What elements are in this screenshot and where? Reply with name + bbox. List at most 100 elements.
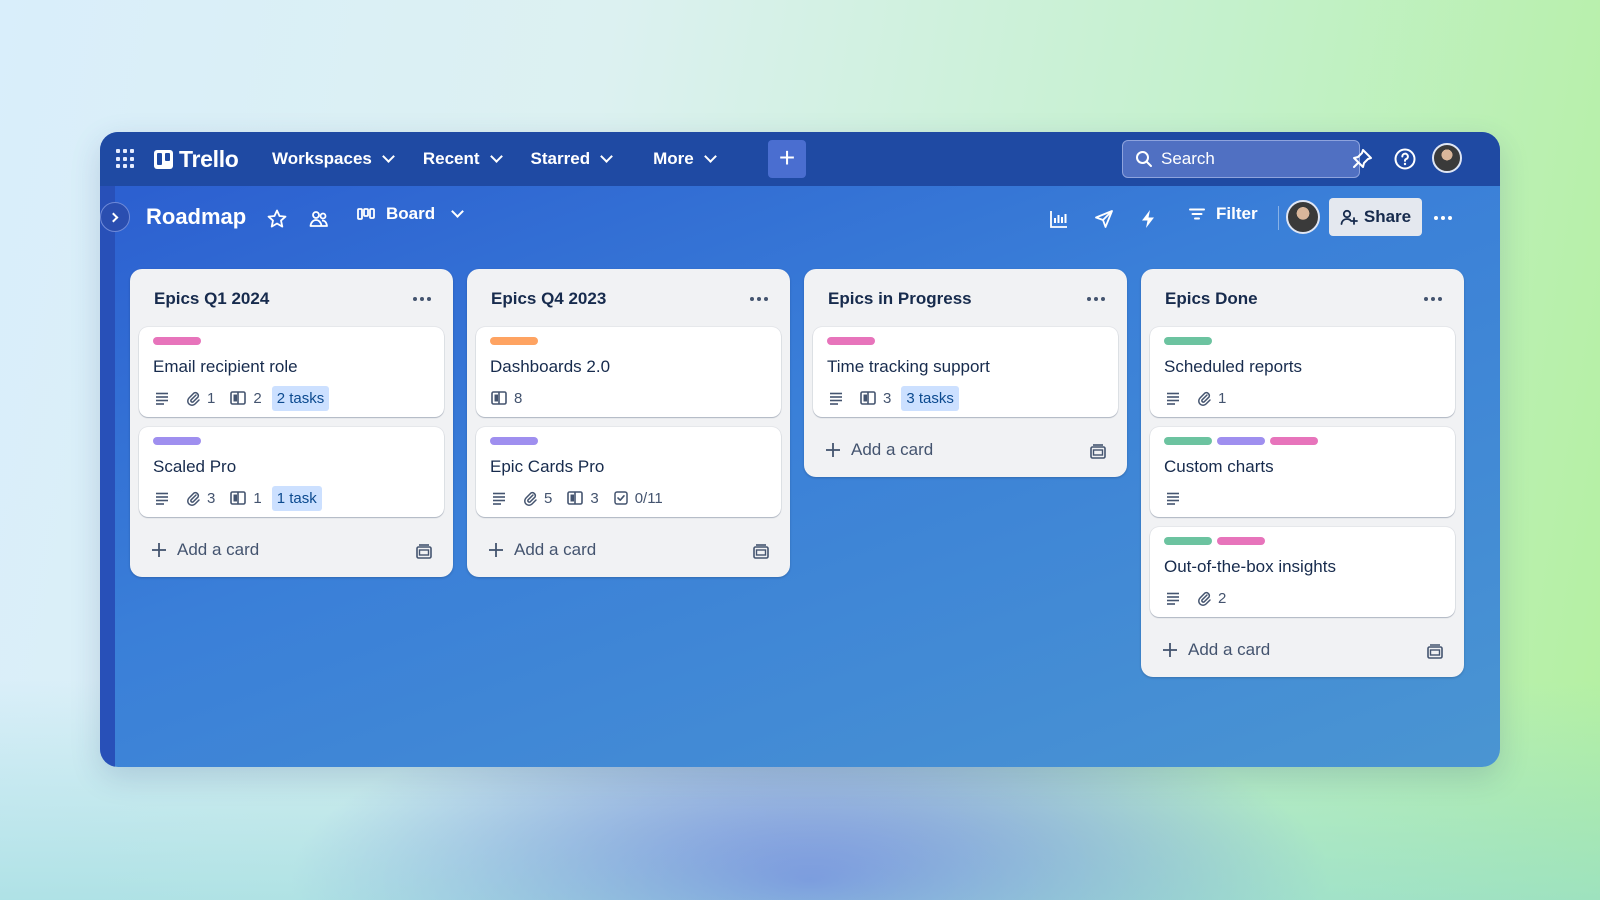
search-input[interactable] <box>1161 149 1341 169</box>
label-purple[interactable] <box>1217 437 1265 445</box>
card-email-recipient-role[interactable]: Email recipient role 1 2 2 tasks <box>139 327 444 417</box>
filter-label: Filter <box>1216 204 1258 223</box>
nav-starred[interactable]: Starred <box>531 149 613 169</box>
nav-workspaces[interactable]: Workspaces <box>272 149 395 169</box>
list-menu-icon[interactable] <box>1420 289 1446 309</box>
card-scheduled-reports[interactable]: Scheduled reports 1 <box>1150 327 1455 417</box>
card-custom-charts[interactable]: Custom charts <box>1150 427 1455 517</box>
card-epic-cards-pro[interactable]: Epic Cards Pro 5 3 0/11 <box>476 427 781 517</box>
board-title[interactable]: Roadmap <box>146 204 246 230</box>
card-scaled-pro[interactable]: Scaled Pro 3 1 1 task <box>139 427 444 517</box>
attachments-count: 1 <box>207 389 216 407</box>
list-menu-icon[interactable] <box>1083 289 1109 309</box>
automation-lightning-icon[interactable] <box>1137 208 1159 230</box>
description-icon <box>153 389 171 407</box>
card-badges: 5 3 0/11 <box>490 485 767 511</box>
linked-boards-badge: 3 <box>859 389 891 407</box>
card-out-of-the-box-insights[interactable]: Out-of-the-box insights 2 <box>1150 527 1455 617</box>
label-green[interactable] <box>1164 437 1212 445</box>
label-green[interactable] <box>1164 537 1212 545</box>
card-badges: 3 3 tasks <box>827 385 1104 411</box>
tasks-badge: 1 task <box>271 485 322 511</box>
paperclip-icon <box>187 391 200 406</box>
list-menu-icon[interactable] <box>746 289 772 309</box>
nav-workspaces-label: Workspaces <box>272 149 372 168</box>
label-pink[interactable] <box>827 337 875 345</box>
label-orange[interactable] <box>490 337 538 345</box>
chevron-down-icon <box>489 150 503 163</box>
list-title[interactable]: Epics Q1 2024 <box>154 289 269 309</box>
card-title: Scheduled reports <box>1164 357 1302 376</box>
card-template-icon[interactable] <box>413 541 435 563</box>
attachments-badge: 1 <box>1196 390 1226 407</box>
add-card-row: Add a card <box>804 427 1127 477</box>
add-card-button[interactable]: Add a card <box>1152 634 1280 666</box>
add-card-button[interactable]: Add a card <box>141 534 269 566</box>
list-epics-done: Epics Done Scheduled reports 1 Custom ch… <box>1141 269 1464 677</box>
list-title[interactable]: Epics in Progress <box>828 289 972 309</box>
add-card-label: Add a card <box>1188 640 1271 659</box>
add-card-button[interactable]: Add a card <box>815 434 943 466</box>
workspace-visible-icon[interactable] <box>308 208 330 230</box>
star-icon[interactable] <box>266 208 288 230</box>
card-title: Custom charts <box>1164 457 1274 476</box>
description-icon <box>1164 489 1182 507</box>
help-icon[interactable] <box>1393 147 1417 171</box>
plus-icon <box>826 443 840 457</box>
paperclip-icon <box>1198 591 1211 606</box>
card-template-icon[interactable] <box>1424 641 1446 663</box>
search-box[interactable] <box>1122 140 1360 178</box>
card-badges: 8 <box>490 385 767 411</box>
dashboard-chart-icon[interactable] <box>1048 208 1070 230</box>
list-epics-in-progress: Epics in Progress Time tracking support … <box>804 269 1127 477</box>
add-card-button[interactable]: Add a card <box>478 534 606 566</box>
list-menu-icon[interactable] <box>409 289 435 309</box>
label-pink[interactable] <box>153 337 201 345</box>
list-title[interactable]: Epics Q4 2023 <box>491 289 606 309</box>
trello-window: Trello Workspaces Recent Starred More + <box>100 132 1500 767</box>
board-member-avatar[interactable] <box>1286 200 1320 234</box>
paperclip-icon <box>1198 391 1211 406</box>
chevron-right-icon <box>108 212 119 222</box>
attachments-badge: 1 <box>185 390 215 407</box>
nav-recent[interactable]: Recent <box>423 149 503 169</box>
share-button[interactable]: Share <box>1329 198 1422 236</box>
trello-logo-text: Trello <box>179 146 239 172</box>
description-icon <box>1164 589 1182 607</box>
card-time-tracking-support[interactable]: Time tracking support 3 3 tasks <box>813 327 1118 417</box>
top-nav-bar: Trello Workspaces Recent Starred More + <box>100 132 1500 186</box>
card-badges <box>1164 485 1441 511</box>
create-button[interactable]: + <box>768 140 806 178</box>
view-switcher[interactable]: Board <box>356 204 464 224</box>
trello-logo[interactable]: Trello <box>154 146 239 173</box>
card-template-icon[interactable] <box>750 541 772 563</box>
expand-sidebar-button[interactable] <box>100 202 130 232</box>
label-purple[interactable] <box>490 437 538 445</box>
label-green[interactable] <box>1164 337 1212 345</box>
filter-button[interactable]: Filter <box>1188 204 1258 224</box>
board-menu-icon[interactable] <box>1434 216 1452 220</box>
main-nav: Workspaces Recent Starred More <box>272 132 745 186</box>
linked-boards-badge: 3 <box>566 489 599 507</box>
card-dashboards-2-0[interactable]: Dashboards 2.0 8 <box>476 327 781 417</box>
label-pink[interactable] <box>1270 437 1318 445</box>
notifications-icon[interactable] <box>1350 147 1374 171</box>
boards-count: 2 <box>253 389 262 407</box>
card-template-icon[interactable] <box>1087 441 1109 463</box>
boards-count: 3 <box>590 489 599 507</box>
boards-count: 3 <box>883 389 892 407</box>
label-pink[interactable] <box>1217 537 1265 545</box>
board-book-icon <box>567 491 584 505</box>
nav-more[interactable]: More <box>653 149 717 169</box>
card-labels <box>153 337 430 345</box>
board-book-icon <box>860 391 876 405</box>
power-ups-icon[interactable] <box>1093 208 1115 230</box>
card-labels <box>827 337 1104 345</box>
label-purple[interactable] <box>153 437 201 445</box>
card-badges: 2 <box>1164 585 1441 611</box>
add-card-row: Add a card <box>467 527 790 577</box>
list-title[interactable]: Epics Done <box>1165 289 1258 309</box>
user-avatar[interactable] <box>1432 143 1462 173</box>
app-switcher-icon[interactable] <box>116 149 136 169</box>
checklist-icon <box>613 491 628 505</box>
